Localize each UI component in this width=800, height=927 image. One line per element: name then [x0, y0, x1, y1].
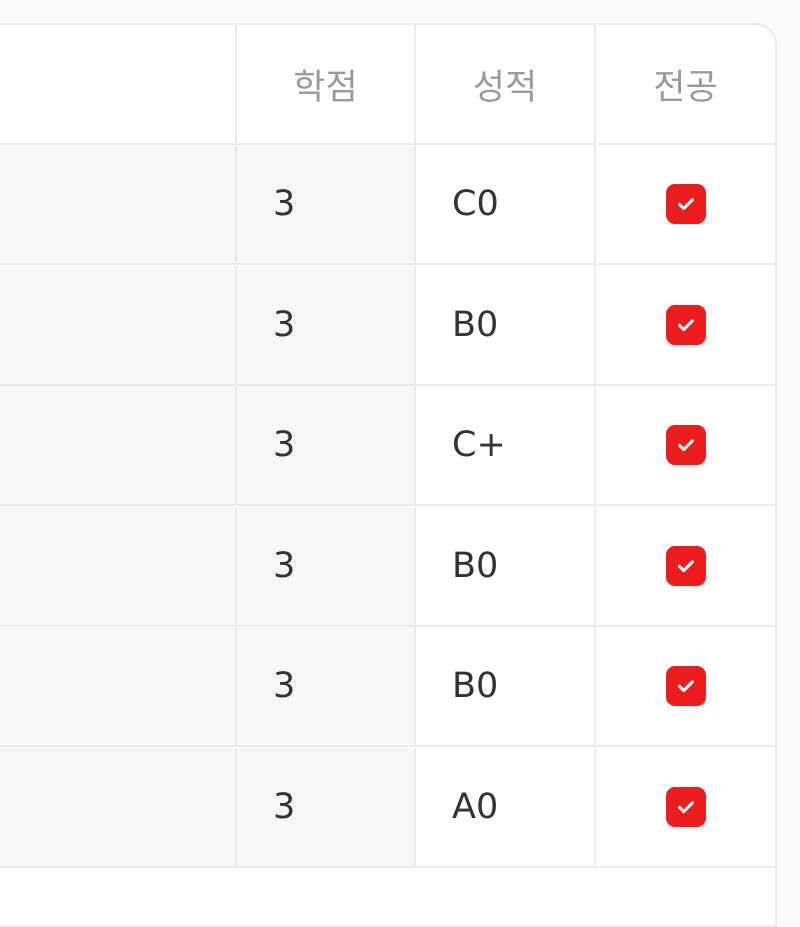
table-row: 3 C0: [0, 145, 775, 265]
table-row: 3 C+: [0, 386, 775, 506]
major-checkbox[interactable]: [665, 184, 706, 224]
grade-select[interactable]: C+: [416, 386, 596, 504]
course-name-input[interactable]: [0, 386, 237, 504]
major-checkbox[interactable]: [665, 545, 706, 586]
table-row: 3 B0: [0, 627, 775, 747]
credit-input[interactable]: 3: [237, 145, 416, 263]
header-credit: 학점: [237, 25, 416, 143]
credit-input[interactable]: 3: [237, 386, 416, 504]
check-icon: [677, 198, 694, 211]
major-checkbox[interactable]: [665, 425, 706, 465]
table-row: 3 B0: [0, 506, 775, 627]
grade-select[interactable]: B0: [416, 627, 596, 745]
grade-select[interactable]: C0: [416, 145, 596, 263]
grades-table: 학점 성적 전공 3 C0 3 B0 3 C+ 3 B0 3 B0 3 A0: [0, 23, 777, 927]
major-cell: [596, 748, 775, 866]
credit-input[interactable]: 3: [237, 506, 416, 625]
grade-select[interactable]: B0: [416, 506, 596, 625]
grade-select[interactable]: A0: [416, 747, 596, 866]
major-checkbox[interactable]: [665, 304, 706, 345]
header-course-name: [0, 25, 237, 143]
major-cell: [596, 266, 775, 384]
credit-input[interactable]: 3: [237, 265, 416, 384]
check-icon: [677, 559, 694, 572]
course-name-input[interactable]: [0, 145, 237, 263]
major-cell: [596, 627, 775, 745]
course-name-input[interactable]: [0, 627, 237, 745]
major-checkbox[interactable]: [665, 786, 706, 827]
major-cell: [596, 386, 775, 504]
course-name-input[interactable]: [0, 506, 237, 625]
check-icon: [677, 800, 694, 813]
credit-input[interactable]: 3: [237, 627, 416, 745]
course-name-input[interactable]: [0, 265, 237, 384]
check-icon: [677, 318, 694, 331]
major-checkbox[interactable]: [665, 666, 706, 706]
credit-input[interactable]: 3: [237, 747, 416, 866]
grade-select[interactable]: B0: [416, 265, 596, 384]
check-icon: [677, 439, 694, 452]
table-header: 학점 성적 전공: [0, 25, 775, 145]
course-name-input[interactable]: [0, 747, 237, 866]
major-cell: [596, 145, 775, 263]
header-major: 전공: [653, 67, 718, 108]
table-row: 3 A0: [0, 747, 775, 868]
table-row: 3 B0: [0, 265, 775, 386]
major-cell: [596, 507, 775, 625]
header-grade: 성적: [416, 25, 596, 143]
check-icon: [677, 680, 694, 693]
